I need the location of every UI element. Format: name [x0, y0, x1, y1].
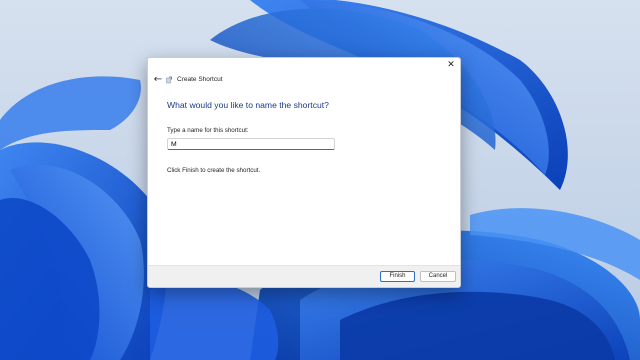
shortcut-name-label: Type a name for this shortcut:	[167, 127, 249, 134]
cancel-button[interactable]: Cancel	[420, 271, 456, 282]
shortcut-wizard-icon	[166, 76, 172, 84]
wizard-heading: What would you like to name the shortcut…	[167, 100, 329, 110]
shortcut-name-input[interactable]	[167, 138, 335, 150]
dialog-titlebar: ← Create Shortcut ✕	[148, 58, 460, 88]
back-arrow-icon[interactable]: ←	[151, 73, 165, 87]
dialog-footer: Finish Cancel	[148, 265, 460, 287]
dialog-title: Create Shortcut	[177, 76, 223, 83]
create-shortcut-dialog: ← Create Shortcut ✕ What would you like …	[147, 57, 461, 288]
close-icon[interactable]: ✕	[445, 59, 457, 71]
finish-instruction: Click Finish to create the shortcut.	[167, 167, 261, 174]
finish-button[interactable]: Finish	[380, 271, 415, 282]
